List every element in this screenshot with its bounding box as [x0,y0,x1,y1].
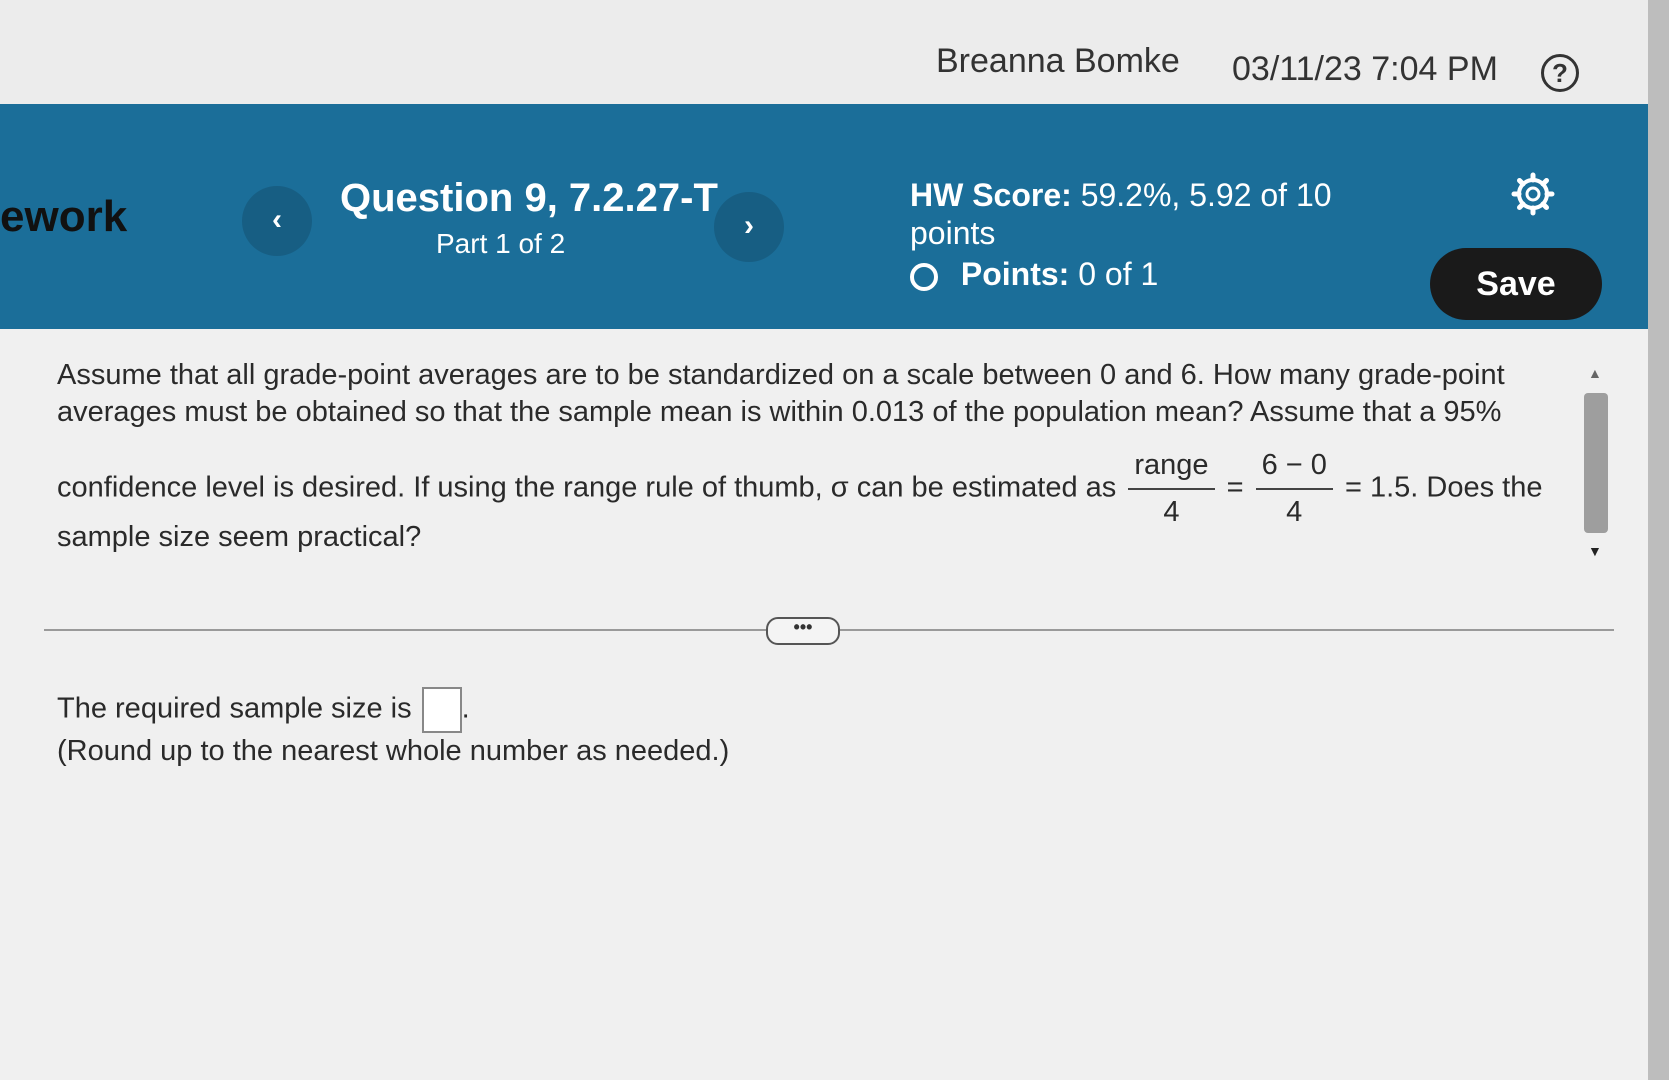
question-text-line3: sample size seem practical? [57,521,422,553]
help-icon[interactable]: ? [1541,54,1579,92]
question-text-line1: Assume that all grade-point averages are… [57,359,1505,428]
app-title: ework [0,192,128,241]
answer-prompt: The required sample size is [57,692,412,725]
fraction-range-numerator: range [1128,449,1215,490]
expand-more-button[interactable]: ••• [766,617,840,645]
question-text-pre: confidence level is desired. If using th… [57,471,1117,504]
answer-row: The required sample size is. [57,687,470,733]
fraction-range: range 4 [1128,449,1215,529]
scroll-thumb[interactable] [1584,393,1608,533]
question-title: Question 9, 7.2.27-T [340,176,718,220]
question-content: Assume that all grade-point averages are… [0,329,1648,1080]
question-text-post: = 1.5. Does the [1344,471,1543,504]
scroll-down-icon[interactable]: ▼ [1588,543,1602,559]
gear-icon[interactable] [1511,172,1555,216]
fraction-values-numerator: 6 − 0 [1255,449,1333,490]
points-status-icon [910,262,938,291]
scroll-up-icon[interactable]: ▲ [1588,365,1602,381]
fraction-range-denominator: 4 [1163,496,1180,528]
sample-size-input[interactable] [421,687,462,733]
points-row: Points: 0 of 1 [910,256,1158,293]
points-value: 0 of 1 [1078,256,1159,292]
hw-score: HW Score: 59.2%, 5.92 of 10 points [910,176,1350,252]
question-nav-bar: ework ‹ Question 9, 7.2.27-T Part 1 of 2… [0,104,1648,329]
points-label: Points: [960,256,1070,292]
question-text-line2: confidence level is desired. If using th… [57,449,1542,529]
user-name: Breanna Bomke [936,42,1180,80]
top-bar: Breanna Bomke 03/11/23 7:04 PM ? [0,0,1669,104]
fraction-values-denominator: 4 [1286,496,1303,528]
hw-score-label: HW Score: [910,177,1072,213]
save-button[interactable]: Save [1430,248,1602,320]
previous-question-button[interactable]: ‹ [242,186,312,256]
equals-sign: = [1226,471,1244,504]
rounding-hint: (Round up to the nearest whole number as… [57,735,730,767]
question-scrollbar[interactable]: ▲ ▼ [1580,365,1612,565]
fraction-values: 6 − 0 4 [1255,449,1333,529]
question-part: Part 1 of 2 [436,228,566,259]
timestamp: 03/11/23 7:04 PM [1232,50,1498,88]
window-edge [1648,0,1669,1080]
next-question-button[interactable]: › [714,192,784,262]
